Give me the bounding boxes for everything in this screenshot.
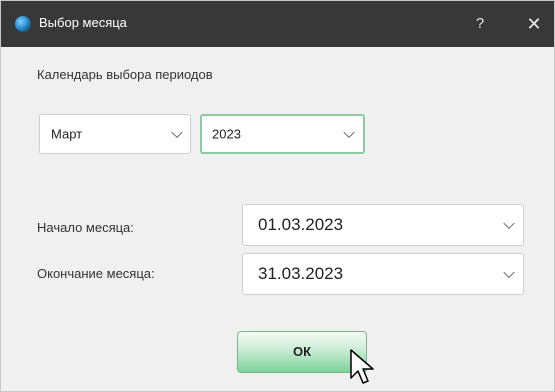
month-select[interactable]: Март <box>39 114 191 154</box>
start-date-value: 01.03.2023 <box>258 215 344 234</box>
year-select-value: 2023 <box>212 126 241 142</box>
help-button[interactable]: ? <box>465 9 495 39</box>
chevron-down-icon <box>503 266 515 279</box>
ok-button[interactable]: ОК <box>237 331 367 373</box>
year-select[interactable]: 2023 <box>200 114 365 154</box>
close-button[interactable]: ✕ <box>519 9 549 39</box>
month-picker-dialog: Выбор месяца ? ✕ Календарь выбора период… <box>0 0 555 392</box>
start-date-select[interactable]: 01.03.2023 <box>242 204 524 246</box>
chevron-down-icon <box>171 126 183 139</box>
title-bar[interactable]: Выбор месяца ? ✕ <box>1 1 554 47</box>
window-title: Выбор месяца <box>39 15 127 30</box>
chevron-down-icon <box>503 217 515 230</box>
start-date-label: Начало месяца: <box>37 220 134 235</box>
month-select-value: Март <box>51 126 83 142</box>
end-date-select[interactable]: 31.03.2023 <box>242 253 524 295</box>
chevron-down-icon <box>343 126 355 139</box>
end-date-label: Окончание месяца: <box>37 266 155 281</box>
section-heading: Календарь выбора периодов <box>37 67 213 82</box>
globe-icon <box>15 16 31 32</box>
mouse-pointer-icon <box>350 349 374 384</box>
end-date-value: 31.03.2023 <box>258 264 344 283</box>
